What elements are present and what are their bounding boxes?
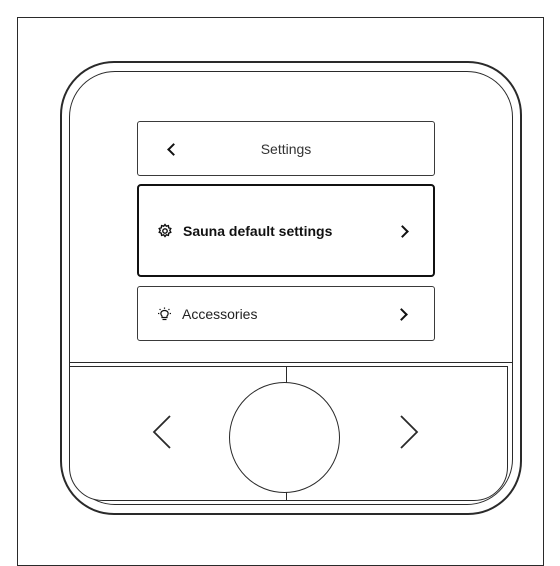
chevron-right-icon xyxy=(400,415,419,449)
settings-title: Settings xyxy=(260,141,312,157)
gear-icon xyxy=(158,223,172,238)
menu-item-accessories[interactable]: Accessories xyxy=(137,286,435,341)
menu-item-label: Sauna default settings xyxy=(183,223,333,239)
chevron-right-icon xyxy=(395,308,408,321)
menu-item-label: Accessories xyxy=(182,306,258,322)
chevron-right-icon xyxy=(396,225,409,238)
menu-item-sauna-default-settings[interactable]: Sauna default settings xyxy=(137,184,435,277)
chevron-left-icon xyxy=(152,415,171,449)
lightbulb-icon xyxy=(158,307,171,321)
settings-header-row[interactable]: Settings xyxy=(137,121,435,176)
center-select-button[interactable] xyxy=(229,382,340,493)
